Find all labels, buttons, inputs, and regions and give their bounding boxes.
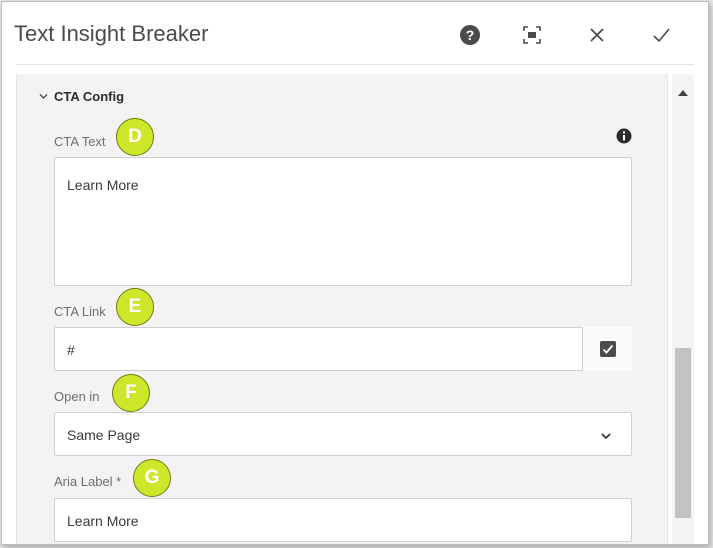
scrollbar[interactable]: [672, 74, 694, 544]
open-in-select[interactable]: Same Page: [54, 412, 632, 456]
open-in-label: Open in: [54, 389, 100, 404]
help-button[interactable]: ?: [459, 24, 485, 50]
dialog: Text Insight Breaker ? CTA Config CTA Te…: [1, 1, 709, 545]
help-icon: ?: [460, 25, 480, 45]
header-divider: [16, 64, 694, 65]
annotation-badge-e: E: [116, 288, 154, 326]
annotation-badge-g: G: [133, 459, 171, 497]
checkbox-icon: [600, 341, 616, 357]
aria-label-input[interactable]: Learn More: [54, 498, 632, 542]
scroll-thumb[interactable]: [675, 348, 691, 518]
scroll-up-arrow-icon[interactable]: [678, 90, 688, 96]
cta-link-path-browser-button[interactable]: [582, 327, 632, 371]
dialog-header: Text Insight Breaker ?: [2, 2, 708, 66]
fullscreen-icon: [523, 26, 541, 44]
svg-text:?: ?: [466, 27, 475, 43]
fullscreen-button[interactable]: [521, 24, 547, 50]
done-button[interactable]: [650, 24, 676, 50]
annotation-badge-d: D: [116, 118, 154, 156]
annotation-badge-f: F: [112, 374, 150, 412]
close-icon: [590, 28, 604, 42]
chevron-down-icon[interactable]: [38, 91, 49, 102]
cta-text-textarea[interactable]: Learn More: [54, 157, 632, 286]
aria-label-label: Aria Label *: [54, 474, 122, 489]
chevron-down-icon[interactable]: [600, 432, 612, 440]
close-button[interactable]: [586, 24, 612, 50]
checkmark-icon: [653, 28, 670, 43]
cta-link-input[interactable]: #: [54, 327, 632, 371]
cta-text-label: CTA Text: [54, 134, 106, 149]
cta-link-label: CTA Link: [54, 304, 106, 319]
section-title[interactable]: CTA Config: [54, 89, 124, 104]
info-icon[interactable]: [616, 128, 632, 144]
dialog-title: Text Insight Breaker: [14, 21, 209, 46]
